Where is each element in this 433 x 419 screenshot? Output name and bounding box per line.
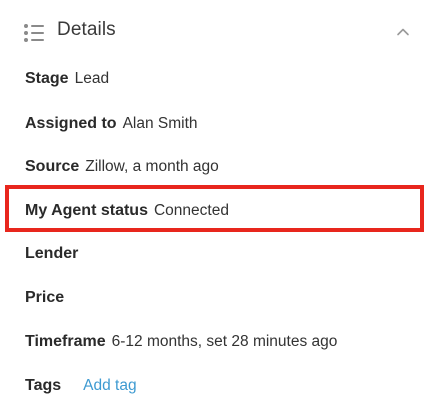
chevron-up-icon[interactable] — [396, 25, 410, 39]
field-label: Assigned to — [25, 115, 117, 132]
field-value: Lead — [74, 70, 110, 87]
field-label: Timeframe — [25, 333, 106, 350]
field-label: Tags — [25, 377, 62, 394]
details-panel: Details Stage Lead Assigned to Alan Smith … — [0, 0, 433, 419]
field-label: Lender — [25, 245, 79, 262]
field-timeframe: Timeframe 6-12 months, set 28 minutes ago — [25, 332, 337, 352]
field-assigned-to: Assigned to Alan Smith — [25, 114, 198, 134]
add-tag-link[interactable]: Add tag — [83, 377, 136, 394]
field-label: Price — [25, 289, 65, 306]
field-value: 6-12 months, set 28 minutes ago — [111, 333, 338, 350]
field-label: Stage — [25, 70, 69, 87]
field-tags: Tags Add tag — [25, 376, 137, 396]
list-icon — [24, 24, 44, 42]
field-value: Zillow, a month ago — [85, 158, 219, 175]
field-stage: Stage Lead — [25, 69, 109, 89]
field-value: Alan Smith — [122, 115, 198, 132]
details-title: Details — [57, 19, 116, 40]
field-lender: Lender — [25, 244, 84, 264]
field-source: Source Zillow, a month ago — [25, 157, 219, 177]
details-header[interactable]: Details — [0, 10, 433, 54]
field-label: Source — [25, 158, 80, 175]
highlight-box — [5, 185, 424, 232]
field-price: Price — [25, 288, 70, 308]
